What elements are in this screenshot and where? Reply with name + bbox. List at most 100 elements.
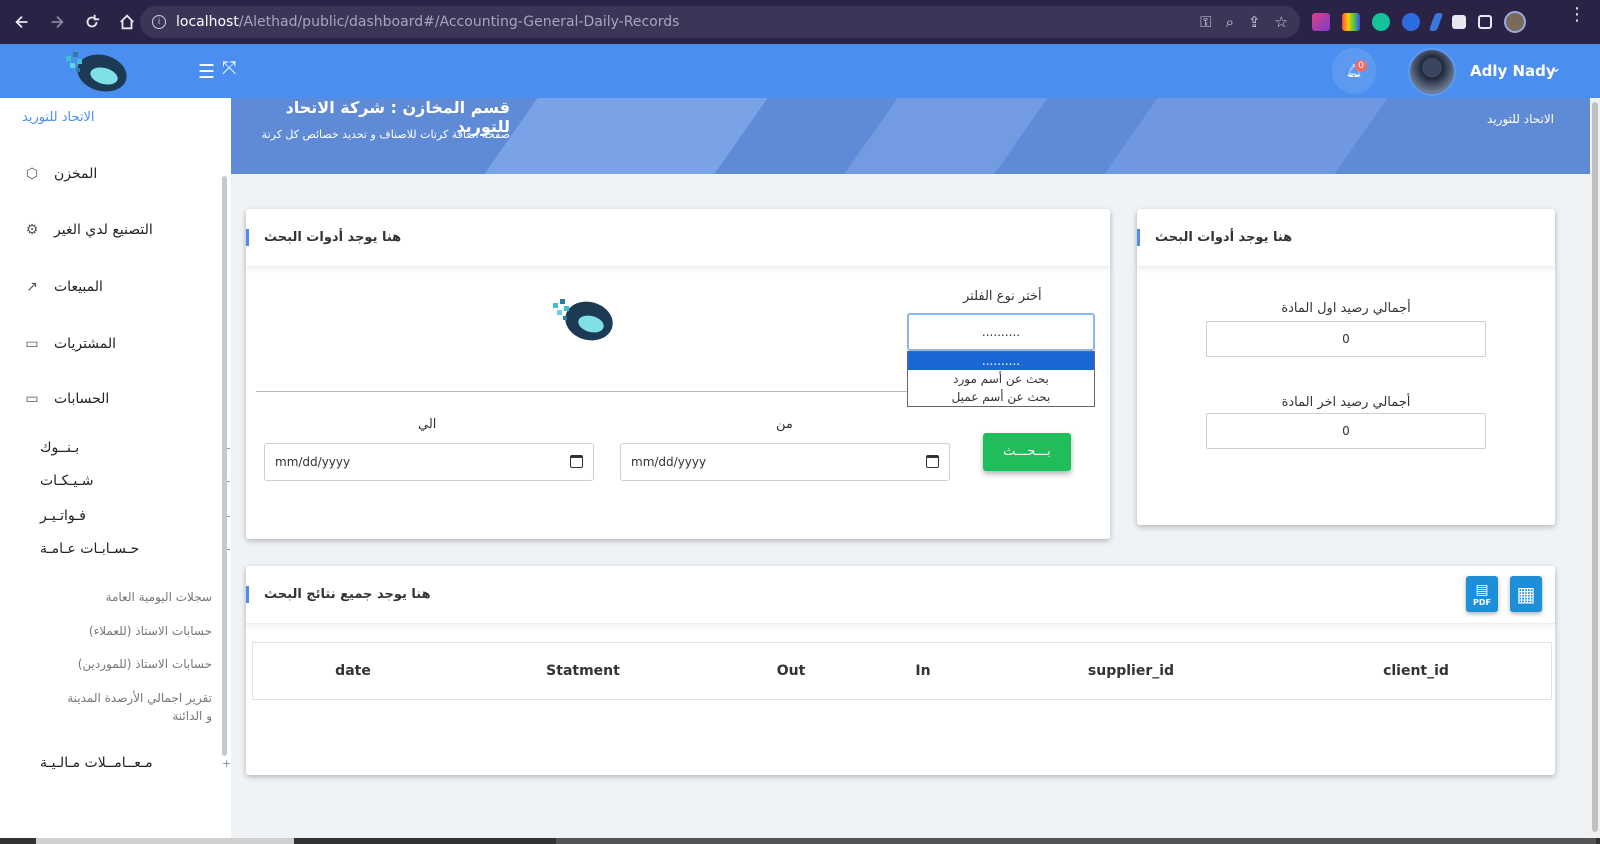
card-icon: ▭ (25, 336, 39, 352)
notification-badge: 0 (1355, 60, 1367, 72)
banner-decoration (484, 98, 768, 174)
spreadsheet-icon: ▦ (1516, 582, 1536, 606)
submenu-financial-transactions[interactable]: مـعــامــلات مـالـيـة (40, 755, 153, 771)
card-title: هنا يوجد أدوات البحث (1155, 230, 1293, 245)
column-header-out[interactable]: Out (777, 663, 806, 679)
sidepanel-icon[interactable] (1478, 15, 1492, 29)
date-placeholder: mm/dd/yyyy (275, 455, 351, 469)
zoom-icon[interactable]: ⌕ (1226, 13, 1234, 31)
gear-icon: ⚙ (25, 222, 39, 238)
sidebar: الاتحاد للتوريد ⬡ المخزن ⚙ التصنيع لدي ا… (0, 98, 231, 844)
extensions-tray (1312, 11, 1526, 33)
bottom-segment (556, 838, 1596, 844)
box-icon: ⬡ (25, 166, 39, 182)
submenu-banks[interactable]: بـنــوك (40, 440, 79, 456)
site-info-icon[interactable]: i (152, 15, 166, 29)
sidebar-item-label: المخزن (54, 166, 98, 182)
key-icon[interactable]: ⚿ (1200, 13, 1211, 31)
filter-option[interactable]: بحث عن أسم عميل (908, 388, 1094, 406)
extension-flag-icon[interactable] (1312, 13, 1330, 31)
link-ledger-clients[interactable]: حسابات الاستاذ (للعملاء) (62, 622, 212, 640)
submenu-general-accounts[interactable]: حـسـابـات عـامـة (40, 541, 139, 557)
first-balance-label: أجمالي رصيد اول المادة (1281, 301, 1411, 316)
puzzle-icon[interactable] (1452, 15, 1466, 29)
trend-icon: ↗ (26, 279, 38, 295)
user-name[interactable]: Adly Nady (1470, 62, 1556, 80)
page-header-banner: قسم المخازن : شركة الاتحاد للتوريد صفحة … (231, 98, 1600, 174)
sidebar-item-sales[interactable]: ↗ المبيعات (24, 279, 103, 295)
column-header-date[interactable]: date (335, 663, 371, 679)
from-date-input[interactable]: mm/dd/yyyy (620, 443, 950, 481)
forward-icon[interactable] (41, 6, 73, 38)
link-balances-report[interactable]: تقرير اجمالي الأرصدة المدينة و الدائنة (62, 689, 212, 725)
extension-colors-icon[interactable] (1342, 13, 1360, 31)
home-icon[interactable] (111, 6, 143, 38)
to-date-input[interactable]: mm/dd/yyyy (264, 443, 594, 481)
date-placeholder: mm/dd/yyyy (631, 455, 707, 469)
first-balance-field[interactable]: 0 (1206, 321, 1486, 357)
sidebar-item-accounts[interactable]: ▭ الحسابات (24, 391, 109, 407)
to-label: الي (418, 417, 437, 432)
menu-toggle-icon[interactable]: ☰ (198, 61, 215, 83)
chevron-down-icon[interactable]: ⌄ (1550, 60, 1562, 76)
back-icon[interactable] (6, 6, 38, 38)
filter-option[interactable]: .......... (908, 352, 1094, 370)
grammarly-icon[interactable] (1372, 13, 1390, 31)
notifications-button[interactable]: 🔔︎ 0 (1332, 48, 1376, 94)
user-avatar[interactable] (1408, 48, 1456, 96)
link-general-daily-records[interactable]: سجلات اليومية العامة (62, 588, 212, 606)
fullscreen-icon[interactable]: ⤧ (222, 58, 236, 79)
profile-avatar[interactable] (1504, 11, 1526, 33)
banner-decoration (1104, 98, 1388, 174)
search-button[interactable]: بـــحـــث (983, 433, 1071, 471)
sidebar-item-purchases[interactable]: ▭ المشتريات (24, 336, 116, 352)
calendar-icon[interactable] (926, 455, 939, 468)
submenu-cheques[interactable]: شـيـكـات (40, 473, 93, 489)
last-balance-field[interactable]: 0 (1206, 413, 1486, 449)
logo (553, 299, 613, 341)
column-header-in[interactable]: In (915, 663, 930, 679)
sidebar-item-manufacturing[interactable]: ⚙ التصنيع لدي الغير (24, 222, 153, 238)
breadcrumb[interactable]: الاتحاد للتوريد (1487, 112, 1554, 126)
column-header-supplier-id[interactable]: supplier_id (1088, 663, 1174, 679)
extension-infinity-icon[interactable] (1402, 13, 1420, 31)
column-header-statment[interactable]: Statment (546, 663, 620, 679)
page-subtitle: صفحة اضافة كرتات للاصناف و تحديد خصائص ك… (261, 128, 510, 141)
reload-icon[interactable] (76, 6, 108, 38)
app-header: ☰ ⤧ 🔔︎ 0 Adly Nady ⌄ (0, 44, 1600, 98)
card-header: هنا يوجد أدوات البحث (246, 209, 1110, 267)
card-title: هنا يوجد أدوات البحث (264, 230, 402, 245)
url-host: localhost (176, 14, 239, 30)
filter-option[interactable]: بحث عن أسم مورد (908, 370, 1094, 388)
scrollbar-thumb[interactable] (1592, 102, 1598, 832)
export-excel-button[interactable]: ▦ (1510, 576, 1542, 612)
share-icon[interactable]: ⇪ (1248, 13, 1261, 31)
results-table-header: date Statment Out In supplier_id client_… (252, 642, 1552, 700)
bottom-segment (36, 838, 294, 844)
sidebar-scrollbar[interactable] (222, 176, 227, 756)
column-header-client-id[interactable]: client_id (1383, 663, 1449, 679)
star-icon[interactable]: ☆ (1275, 13, 1288, 31)
more-icon[interactable]: ⋮ (1568, 6, 1586, 24)
export-pdf-button[interactable]: ▤ PDF (1466, 576, 1498, 612)
extension-feather-icon[interactable] (1428, 13, 1444, 31)
filter-select[interactable]: .......... (907, 313, 1095, 351)
results-card: هنا يوجد جميع نتائج البحث ▤ PDF ▦ date S… (246, 566, 1555, 775)
pdf-icon: ▤ (1475, 581, 1489, 598)
plus-icon[interactable]: + (222, 757, 231, 770)
submenu-invoices[interactable]: فـواتـيـر (40, 508, 86, 524)
page-scrollbar[interactable] (1590, 98, 1600, 838)
address-bar[interactable]: i localhost/Alethad/public/dashboard#/Ac… (140, 6, 1300, 38)
link-ledger-suppliers[interactable]: حسابات الاستاذ (للموردين) (62, 655, 212, 673)
sidebar-item-label: المبيعات (54, 279, 103, 295)
card-header: هنا يوجد جميع نتائج البحث (246, 566, 1555, 624)
sidebar-item-warehouse[interactable]: ⬡ المخزن (24, 166, 97, 182)
card-icon: ▭ (25, 391, 39, 407)
balance-card: هنا يوجد أدوات البحث أجمالي رصيد اول الم… (1137, 209, 1555, 525)
sidebar-item-label: المشتريات (54, 336, 117, 352)
sidebar-item-label: التصنيع لدي الغير (54, 222, 153, 238)
filter-label: أختر نوع الفلتر (963, 289, 1042, 304)
sidebar-brand[interactable]: الاتحاد للتوريد (22, 110, 95, 125)
calendar-icon[interactable] (570, 455, 583, 468)
browser-toolbar: i localhost/Alethad/public/dashboard#/Ac… (0, 0, 1600, 44)
